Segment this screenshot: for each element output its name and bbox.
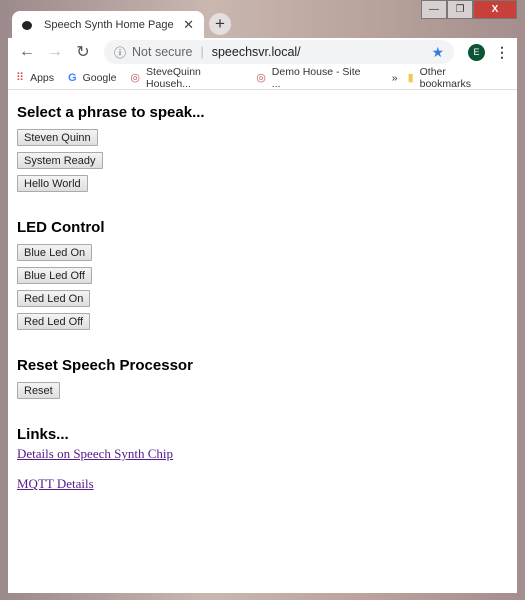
browser-window: ← → ↻ ⓘ Not secure | speechsvr.local/ ★ … xyxy=(8,38,517,593)
red-led-on-button[interactable]: Red Led On xyxy=(17,290,91,307)
reset-button[interactable]: Reset xyxy=(17,382,60,399)
bookmark-apps[interactable]: ⠿ Apps xyxy=(16,71,54,85)
tab-favicon-icon xyxy=(22,20,32,30)
bookmark-label: SteveQuinn Househ... xyxy=(146,65,201,90)
bookmarks-bar: ⠿ Apps G Google ◎ SteveQuinn Househ... ◎ Dem… xyxy=(8,66,517,90)
close-tab-icon[interactable]: ✕ xyxy=(183,17,194,33)
blue-led-off-button[interactable]: Blue Led Off xyxy=(17,267,92,284)
forward-icon[interactable]: → xyxy=(44,43,66,61)
bookmark-label: Other bookmarks xyxy=(419,65,471,90)
new-tab-button[interactable]: + xyxy=(209,13,231,35)
url-text[interactable]: speechsvr.local/ xyxy=(212,45,432,59)
links-heading: Links... xyxy=(17,426,69,443)
reload-icon[interactable]: ↻ xyxy=(72,42,94,62)
bookmark-star-icon[interactable]: ★ xyxy=(431,44,444,61)
close-window-button[interactable]: X xyxy=(473,0,517,19)
blue-led-on-button[interactable]: Blue Led On xyxy=(17,244,93,261)
apps-grid-icon: ⠿ xyxy=(16,72,25,84)
mqtt-details-link[interactable]: MQTT Details xyxy=(17,476,508,492)
bookmark-label: Google xyxy=(82,71,117,84)
browser-tab[interactable]: Speech Synth Home Page ✕ xyxy=(12,11,204,39)
security-label: Not secure xyxy=(132,45,193,59)
tab-title: Speech Synth Home Page xyxy=(44,19,174,31)
back-icon[interactable]: ← xyxy=(16,43,38,61)
other-bookmarks[interactable]: ▮ Other bookmarks xyxy=(408,66,495,90)
info-icon[interactable]: ⓘ xyxy=(114,44,126,61)
folder-icon: ▮ xyxy=(407,72,414,84)
speech-synth-chip-link[interactable]: Details on Speech Synth Chip xyxy=(17,446,508,462)
divider: | xyxy=(200,45,204,59)
toolbar: ← → ↻ ⓘ Not secure | speechsvr.local/ ★ … xyxy=(8,38,517,66)
address-bar[interactable]: ⓘ Not secure | speechsvr.local/ ★ xyxy=(104,40,454,64)
bookmark-google[interactable]: G Google xyxy=(68,72,116,84)
bookmark-label: Demo House - Site ... xyxy=(271,65,361,90)
reset-heading: Reset Speech Processor xyxy=(17,357,193,374)
steven-quinn-button[interactable]: Steven Quinn xyxy=(17,129,98,146)
led-heading: LED Control xyxy=(17,219,105,236)
page-content: Select a phrase to speak... Steven Quinn… xyxy=(8,90,517,517)
phrases-heading: Select a phrase to speak... xyxy=(17,104,205,121)
menu-icon[interactable]: ⋮ xyxy=(495,44,509,61)
site-icon: ◎ xyxy=(130,72,141,84)
hello-world-button[interactable]: Hello World xyxy=(17,175,88,192)
red-led-off-button[interactable]: Red Led Off xyxy=(17,313,91,330)
site-icon: ◎ xyxy=(256,72,266,84)
bookmark-demo-house[interactable]: ◎ Demo House - Site ... xyxy=(256,66,366,90)
restore-button[interactable]: ❐ xyxy=(447,0,473,19)
avatar[interactable]: E xyxy=(468,43,485,61)
google-icon: G xyxy=(68,71,77,84)
minimize-button[interactable]: — xyxy=(421,0,447,19)
bookmark-label: Apps xyxy=(30,71,54,84)
window-controls: — ❐ X xyxy=(421,0,517,19)
system-ready-button[interactable]: System Ready xyxy=(17,152,103,169)
overflow-chevron-icon[interactable]: » xyxy=(392,72,398,84)
bookmark-stevequinn[interactable]: ◎ SteveQuinn Househ... xyxy=(130,66,242,90)
